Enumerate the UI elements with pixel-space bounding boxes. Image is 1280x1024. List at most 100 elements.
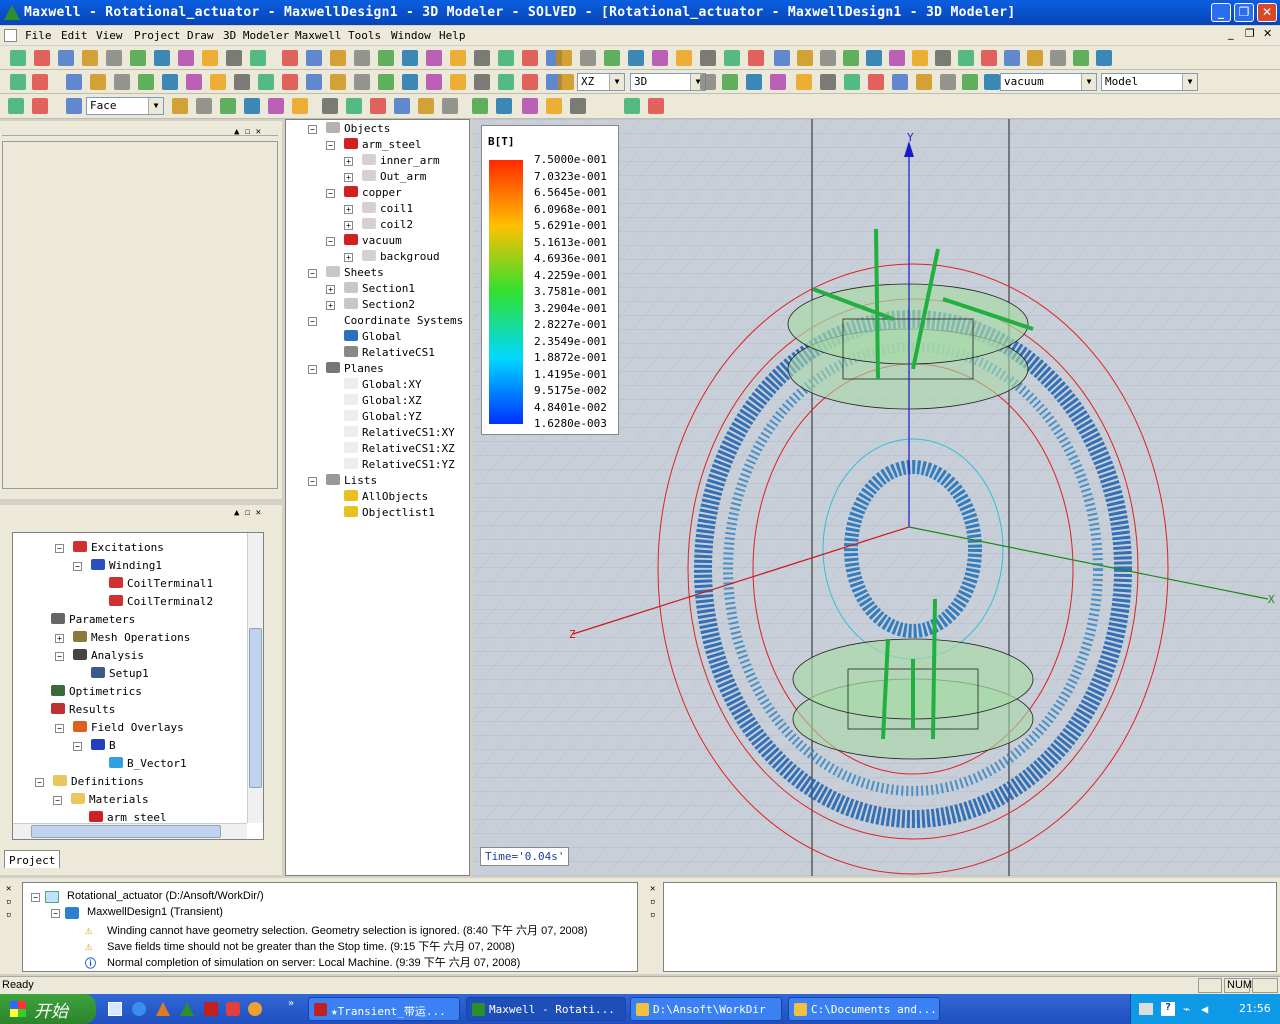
toolbar-tool-icon[interactable] xyxy=(868,74,884,90)
tree-winding1[interactable]: Winding1 xyxy=(91,559,162,572)
tree-expander[interactable]: + xyxy=(344,173,353,182)
toolbar-tool-icon[interactable] xyxy=(844,74,860,90)
toolbar-tool-icon[interactable] xyxy=(172,98,188,114)
toolbar-tool-icon[interactable] xyxy=(154,50,170,66)
toolbar-tool-icon[interactable] xyxy=(306,74,322,90)
toolbar-tool-icon[interactable] xyxy=(648,98,664,114)
document-icon[interactable] xyxy=(4,29,17,42)
mdi-minimize-button[interactable]: _ xyxy=(1228,27,1234,40)
toolbar-tool-icon[interactable] xyxy=(220,98,236,114)
toolbar-tool-icon[interactable] xyxy=(843,50,859,66)
tree-expander[interactable]: − xyxy=(35,778,44,787)
toolbar-tool-icon[interactable] xyxy=(1096,50,1112,66)
toolbar-tool-icon[interactable] xyxy=(178,50,194,66)
message-item[interactable]: Winding cannot have geometry selection. … xyxy=(107,922,588,938)
tree-materials[interactable]: Materials xyxy=(71,793,149,806)
tree-plane-item[interactable]: RelativeCS1:XY xyxy=(344,426,455,439)
mdi-restore-button[interactable]: ❐ xyxy=(1245,27,1255,40)
menu-window[interactable]: Window xyxy=(391,29,431,42)
toolbar-tool-icon[interactable] xyxy=(604,50,620,66)
toolbar-tool-icon[interactable] xyxy=(354,50,370,66)
toolbar-tool-icon[interactable] xyxy=(962,74,978,90)
toolbar-tool-icon[interactable] xyxy=(1027,50,1043,66)
volume-icon[interactable]: ◀ xyxy=(1201,1002,1215,1016)
toolbar-tool-icon[interactable] xyxy=(330,74,346,90)
tree-object-backgroud[interactable]: backgroud xyxy=(362,250,440,263)
toolbar-tool-icon[interactable] xyxy=(90,74,106,90)
toolbar-tool-icon[interactable] xyxy=(546,98,562,114)
quicklaunch-app-icon[interactable] xyxy=(226,1002,240,1016)
tree-sheet-section2[interactable]: Section2 xyxy=(344,298,415,311)
tree-b-vector1[interactable]: B_Vector1 xyxy=(109,757,187,770)
tree-expander[interactable]: + xyxy=(326,301,335,310)
tree-setup1[interactable]: Setup1 xyxy=(91,667,149,680)
toolbar-tool-icon[interactable] xyxy=(912,50,928,66)
toolbar-tool-icon[interactable] xyxy=(472,98,488,114)
tree-object-coil2[interactable]: coil2 xyxy=(362,218,413,231)
tree-object-out-arm[interactable]: Out_arm xyxy=(362,170,426,183)
tree-expander[interactable]: − xyxy=(55,652,64,661)
menu-tools[interactable]: Tools xyxy=(348,29,381,42)
3d-viewport[interactable]: Y X Z B[T] 7.5000e-001 7.0323e-001 6.5645e… xyxy=(473,119,1280,876)
toolbar-tool-icon[interactable] xyxy=(700,50,716,66)
toolbar-tool-icon[interactable] xyxy=(418,98,434,114)
help-icon[interactable]: ? xyxy=(1161,1002,1175,1016)
tree-parameters[interactable]: Parameters xyxy=(51,613,135,626)
project-panel-controls[interactable]: ▲ ☐ ✕ xyxy=(234,508,261,518)
toolbar-tool-icon[interactable] xyxy=(66,74,82,90)
toolbar-tool-icon[interactable] xyxy=(82,50,98,66)
tree-cs-relativecs1[interactable]: RelativeCS1 xyxy=(344,346,435,359)
toolbar-tool-icon[interactable] xyxy=(580,50,596,66)
tree-expander[interactable]: + xyxy=(344,205,353,214)
toolbar-tool-icon[interactable] xyxy=(306,50,322,66)
toolbar-tool-icon[interactable] xyxy=(724,50,740,66)
tree-expander[interactable]: − xyxy=(326,189,335,198)
tab-project[interactable]: Project xyxy=(4,850,60,868)
toolbar-tool-icon[interactable] xyxy=(628,50,644,66)
material-select[interactable]: vacuum ▼ xyxy=(1000,73,1097,91)
hscroll-thumb[interactable] xyxy=(31,825,221,838)
menu-draw[interactable]: Draw xyxy=(187,29,214,42)
tree-object-inner-arm[interactable]: inner_arm xyxy=(362,154,440,167)
quicklaunch-matlab-icon[interactable] xyxy=(156,1002,170,1016)
model-select[interactable]: Model ▼ xyxy=(1101,73,1198,91)
toolbar-tool-icon[interactable] xyxy=(210,74,226,90)
toolbar-tool-icon[interactable] xyxy=(114,74,130,90)
menu-project[interactable]: Project xyxy=(134,29,180,42)
tree-coordinate-systems[interactable]: Coordinate Systems xyxy=(326,314,463,327)
toolbar-tool-icon[interactable] xyxy=(346,98,362,114)
project-tree-vscrollbar[interactable] xyxy=(247,533,263,823)
toolbar-tool-icon[interactable] xyxy=(250,50,266,66)
tree-plane-item[interactable]: Global:YZ xyxy=(344,410,422,423)
toolbar-tool-icon[interactable] xyxy=(106,50,122,66)
toolbar-tool-icon[interactable] xyxy=(556,50,572,66)
toolbar-tool-icon[interactable] xyxy=(889,50,905,66)
tree-sheet-section1[interactable]: Section1 xyxy=(344,282,415,295)
tree-expander[interactable]: − xyxy=(326,141,335,150)
toolbar-tool-icon[interactable] xyxy=(496,98,512,114)
tree-planes[interactable]: Planes xyxy=(326,362,384,375)
toolbar-tool-icon[interactable] xyxy=(66,98,82,114)
tree-sheets[interactable]: Sheets xyxy=(326,266,384,279)
task-maxwell[interactable]: Maxwell - Rotati... xyxy=(466,997,626,1021)
toolbar-tool-icon[interactable] xyxy=(652,50,668,66)
toolbar-tool-icon[interactable] xyxy=(268,98,284,114)
task-pdf[interactable]: ★Transient_带运... xyxy=(308,997,460,1021)
toolbar-tool-icon[interactable] xyxy=(1073,50,1089,66)
tree-expander[interactable]: − xyxy=(308,317,317,326)
message-item[interactable]: Save fields time should not be greater t… xyxy=(107,938,515,954)
toolbar-tool-icon[interactable] xyxy=(748,50,764,66)
selection-mode-select[interactable]: Face ▼ xyxy=(86,97,164,115)
menu-edit[interactable]: Edit xyxy=(61,29,88,42)
toolbar-tool-icon[interactable] xyxy=(202,50,218,66)
tree-analysis[interactable]: Analysis xyxy=(73,649,144,662)
toolbar-tool-icon[interactable] xyxy=(676,50,692,66)
tree-material-vacuum[interactable]: vacuum xyxy=(344,234,402,247)
tree-coilterminal2[interactable]: CoilTerminal2 xyxy=(109,595,213,608)
toolbar-tool-icon[interactable] xyxy=(558,74,574,90)
toolbar-tool-icon[interactable] xyxy=(498,50,514,66)
tree-expander[interactable]: − xyxy=(53,796,62,805)
toolbar-tool-icon[interactable] xyxy=(258,74,274,90)
toolbar-tool-icon[interactable] xyxy=(820,50,836,66)
tree-cs-global[interactable]: Global xyxy=(344,330,402,343)
